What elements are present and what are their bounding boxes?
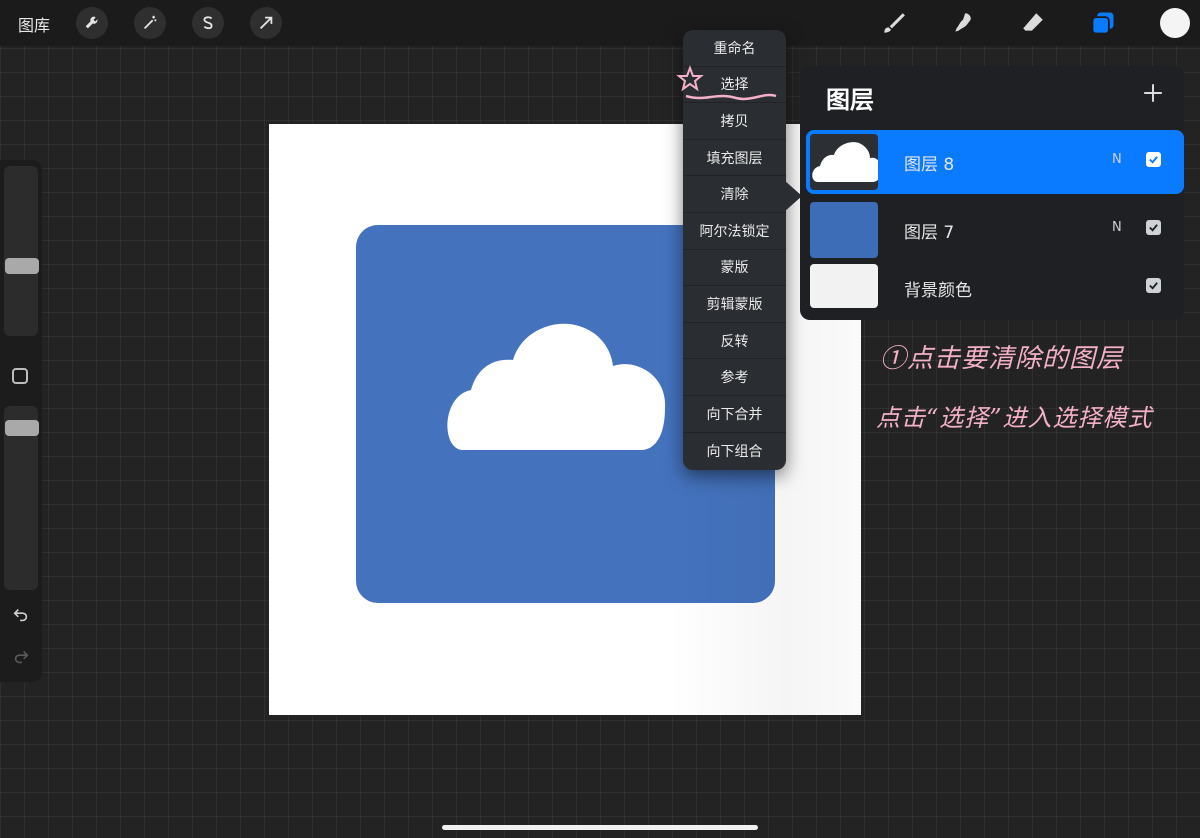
magic-wand-icon[interactable] xyxy=(134,7,166,39)
layer-row-background[interactable]: 背景颜色 xyxy=(806,260,1184,324)
menu-item-reference[interactable]: 参考 xyxy=(683,359,786,396)
visibility-checkbox[interactable] xyxy=(1146,152,1161,167)
brush-size-thumb[interactable] xyxy=(5,258,39,274)
undo-icon[interactable] xyxy=(10,604,32,626)
layer-thumbnail xyxy=(810,264,878,308)
brush-icon[interactable] xyxy=(876,6,910,40)
gallery-button[interactable]: 图库 xyxy=(18,12,50,36)
menu-item-mask[interactable]: 蒙版 xyxy=(683,250,786,287)
annotation-step-2: 点击“选择”进入选择模式 xyxy=(876,404,1153,432)
redo-icon[interactable] xyxy=(10,646,32,668)
transform-arrow-icon[interactable] xyxy=(250,7,282,39)
color-picker-swatch[interactable] xyxy=(1160,8,1190,38)
layer-name: 图层 7 xyxy=(904,223,955,243)
left-sidebar xyxy=(0,160,42,682)
home-indicator[interactable] xyxy=(442,825,758,830)
annotation-star-underline xyxy=(676,65,777,101)
layers-icon[interactable] xyxy=(1086,6,1120,40)
eraser-icon[interactable] xyxy=(1016,6,1050,40)
menu-item-clipping-mask[interactable]: 剪辑蒙版 xyxy=(683,286,786,323)
layer-row-7[interactable]: 图层 7 N xyxy=(806,198,1184,262)
blend-mode-button[interactable]: N xyxy=(1112,152,1122,167)
menu-item-clear[interactable]: 清除 xyxy=(683,176,786,213)
selection-s-icon[interactable] xyxy=(192,7,224,39)
menu-item-invert[interactable]: 反转 xyxy=(683,323,786,360)
visibility-checkbox[interactable] xyxy=(1146,278,1161,293)
blend-mode-button[interactable]: N xyxy=(1112,220,1122,235)
layers-panel: 图层 图层 8 N 图层 7 N 背景颜色 xyxy=(800,66,1184,320)
modify-button[interactable] xyxy=(12,368,28,384)
menu-item-fill-layer[interactable]: 填充图层 xyxy=(683,140,786,177)
layer-row-8[interactable]: 图层 8 N xyxy=(806,130,1184,194)
menu-item-alpha-lock[interactable]: 阿尔法锁定 xyxy=(683,213,786,250)
menu-item-merge-down[interactable]: 向下合并 xyxy=(683,396,786,433)
visibility-checkbox[interactable] xyxy=(1146,220,1161,235)
layer-thumbnail xyxy=(810,134,878,190)
opacity-thumb[interactable] xyxy=(5,420,39,436)
layer-name: 图层 8 xyxy=(904,155,955,175)
layer-name: 背景颜色 xyxy=(904,281,972,301)
plus-icon[interactable] xyxy=(1136,76,1170,110)
layer-thumbnail xyxy=(810,202,878,258)
smudge-icon[interactable] xyxy=(946,6,980,40)
wrench-icon[interactable] xyxy=(76,7,108,39)
cloud-shape xyxy=(447,323,666,450)
menu-item-combine-down[interactable]: 向下组合 xyxy=(683,433,786,470)
layers-title: 图层 xyxy=(826,86,874,114)
menu-item-copy[interactable]: 拷贝 xyxy=(683,103,786,140)
top-toolbar: 图库 xyxy=(0,0,1200,46)
annotation-step-1: ①点击要清除的图层 xyxy=(880,344,1124,374)
brush-size-slider[interactable] xyxy=(4,166,38,336)
